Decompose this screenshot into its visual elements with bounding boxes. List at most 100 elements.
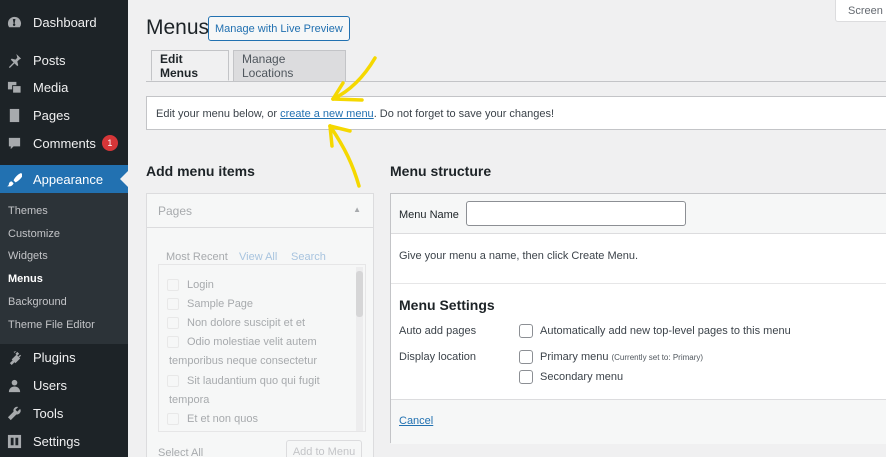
auto-add-pages-label: Auto add pages [399, 325, 477, 337]
list-item[interactable]: Non dolore suscipit et et [167, 317, 305, 329]
secondary-menu-text: Secondary menu [540, 371, 624, 383]
sidebar-item-label: Settings [33, 433, 80, 449]
select-all-label[interactable]: Select All [158, 447, 203, 457]
checkbox[interactable] [167, 336, 179, 348]
scrollbar-thumb[interactable] [356, 271, 363, 317]
add-to-menu-button[interactable]: Add to Menu [286, 440, 362, 457]
media-icon [6, 79, 22, 95]
sidebar-item-plugins[interactable]: Plugins [0, 343, 128, 371]
menu-settings-heading: Menu Settings [399, 297, 495, 313]
auto-add-pages-option[interactable]: Automatically add new top-level pages to… [519, 324, 791, 338]
sidebar-item-posts[interactable]: Posts [0, 46, 128, 74]
sidebar-item-label: Dashboard [33, 14, 97, 30]
screen-options-button[interactable]: Screen Options [835, 0, 886, 22]
page-title: Login [187, 279, 214, 291]
checkbox[interactable] [167, 298, 179, 310]
page-title: Sample Page [187, 298, 254, 310]
pages-icon [6, 107, 22, 123]
pin-icon [6, 52, 22, 68]
submenu-themes[interactable]: Themes [8, 205, 48, 217]
page-title: Odio molestiae velit autem [187, 336, 317, 348]
appearance-submenu: Themes Customize Widgets Menus Backgroun… [0, 193, 128, 344]
submenu-customize[interactable]: Customize [8, 228, 60, 240]
submenu-widgets[interactable]: Widgets [8, 250, 48, 262]
current-indicator [120, 171, 128, 187]
tab-manage-locations[interactable]: Manage Locations [233, 50, 346, 81]
list-item[interactable]: Sit laudantium quo qui fugit [167, 375, 320, 387]
page-title: Et et non quos [187, 413, 258, 425]
cancel-link[interactable]: Cancel [399, 415, 433, 427]
dashboard-icon [6, 14, 22, 30]
create-new-menu-link[interactable]: create a new menu [280, 108, 374, 120]
auto-add-checkbox[interactable] [519, 324, 533, 338]
primary-menu-text: Primary menu [540, 351, 609, 363]
users-icon [6, 377, 22, 393]
primary-menu-checkbox[interactable] [519, 350, 533, 364]
list-item[interactable]: Et et non quos [167, 413, 258, 425]
checkbox[interactable] [167, 413, 179, 425]
sidebar-item-settings[interactable]: Settings [0, 427, 128, 455]
sidebar-item-pages[interactable]: Pages [0, 101, 128, 129]
admin-sidebar: Dashboard Posts Media Pages Comments 1 A… [0, 0, 128, 457]
checkbox[interactable] [167, 375, 179, 387]
tab-view-all[interactable]: View All [239, 251, 277, 263]
list-item[interactable]: Login [167, 279, 214, 291]
sidebar-item-appearance[interactable]: Appearance [0, 165, 128, 193]
sidebar-item-label: Pages [33, 107, 70, 123]
sidebar-item-label: Posts [33, 52, 66, 68]
display-location-label: Display location [399, 351, 477, 363]
sidebar-item-comments[interactable]: Comments 1 [0, 129, 128, 157]
pages-accordion: Pages ▲ Most Recent View All Search Logi… [146, 193, 374, 457]
checkbox[interactable] [167, 279, 179, 291]
secondary-menu-checkbox[interactable] [519, 370, 533, 384]
notice-text-before: Edit your menu below, or [156, 108, 281, 120]
sidebar-item-label: Tools [33, 405, 64, 421]
list-item-continued: temporibus neque consectetur [169, 355, 317, 367]
sidebar-item-tools[interactable]: Tools [0, 399, 128, 427]
paintbrush-icon [6, 171, 22, 187]
settings-icon [6, 433, 22, 449]
secondary-menu-option[interactable]: Secondary menu [519, 370, 623, 384]
primary-menu-note: (Currently set to: Primary) [611, 352, 704, 362]
submenu-background[interactable]: Background [8, 296, 67, 308]
list-item[interactable]: Sample Page [167, 298, 253, 310]
page-title: Non dolore suscipit et et [187, 317, 306, 329]
caret-up-icon: ▲ [353, 205, 361, 214]
comment-count-badge: 1 [101, 135, 118, 151]
menu-name-label: Menu Name [399, 209, 459, 221]
tab-edit-menus[interactable]: Edit Menus [151, 50, 229, 81]
sidebar-item-media[interactable]: Media [0, 73, 128, 101]
tab-most-recent[interactable]: Most Recent [166, 251, 228, 263]
sidebar-item-label: Plugins [33, 349, 76, 365]
sidebar-item-label: Appearance [33, 171, 104, 187]
page-title: Menus [146, 16, 210, 39]
notice-text-after: . Do not forget to save your changes! [373, 108, 555, 120]
add-menu-items-heading: Add menu items [146, 163, 255, 179]
divider [391, 283, 886, 284]
tab-search[interactable]: Search [291, 251, 326, 263]
sidebar-item-dashboard[interactable]: Dashboard [0, 8, 128, 36]
menu-name-input[interactable] [466, 201, 686, 226]
menu-edit-panel: Menu Name Give your menu a name, then cl… [390, 193, 886, 444]
checkbox[interactable] [167, 317, 179, 329]
menu-structure-heading: Menu structure [390, 163, 492, 179]
scrollbar[interactable] [356, 267, 363, 431]
sidebar-item-label: Media [33, 79, 69, 95]
submenu-theme-file-editor[interactable]: Theme File Editor [8, 319, 95, 331]
primary-menu-option[interactable]: Primary menu (Currently set to: Primary) [519, 350, 703, 364]
list-item[interactable]: Odio molestiae velit autem [167, 336, 317, 348]
pages-accordion-header[interactable]: Pages ▲ [147, 194, 373, 228]
arrow-bottom [328, 124, 361, 188]
sidebar-item-users[interactable]: Users [0, 371, 128, 399]
pages-accordion-title: Pages [158, 204, 193, 218]
submenu-menus[interactable]: Menus [8, 273, 43, 285]
manage-live-preview-button[interactable]: Manage with Live Preview [208, 16, 350, 41]
auto-add-option-text: Automatically add new top-level pages to… [540, 325, 791, 337]
create-menu-hint: Give your menu a name, then click Create… [399, 250, 639, 262]
page-title: Sit laudantium quo qui fugit [187, 375, 320, 387]
sidebar-item-label: Users [33, 377, 67, 393]
wrench-icon [6, 405, 22, 421]
tabs-divider [146, 81, 886, 82]
menu-footer: Cancel [391, 399, 886, 444]
menu-notice: Edit your menu below, or create a new me… [146, 96, 886, 130]
